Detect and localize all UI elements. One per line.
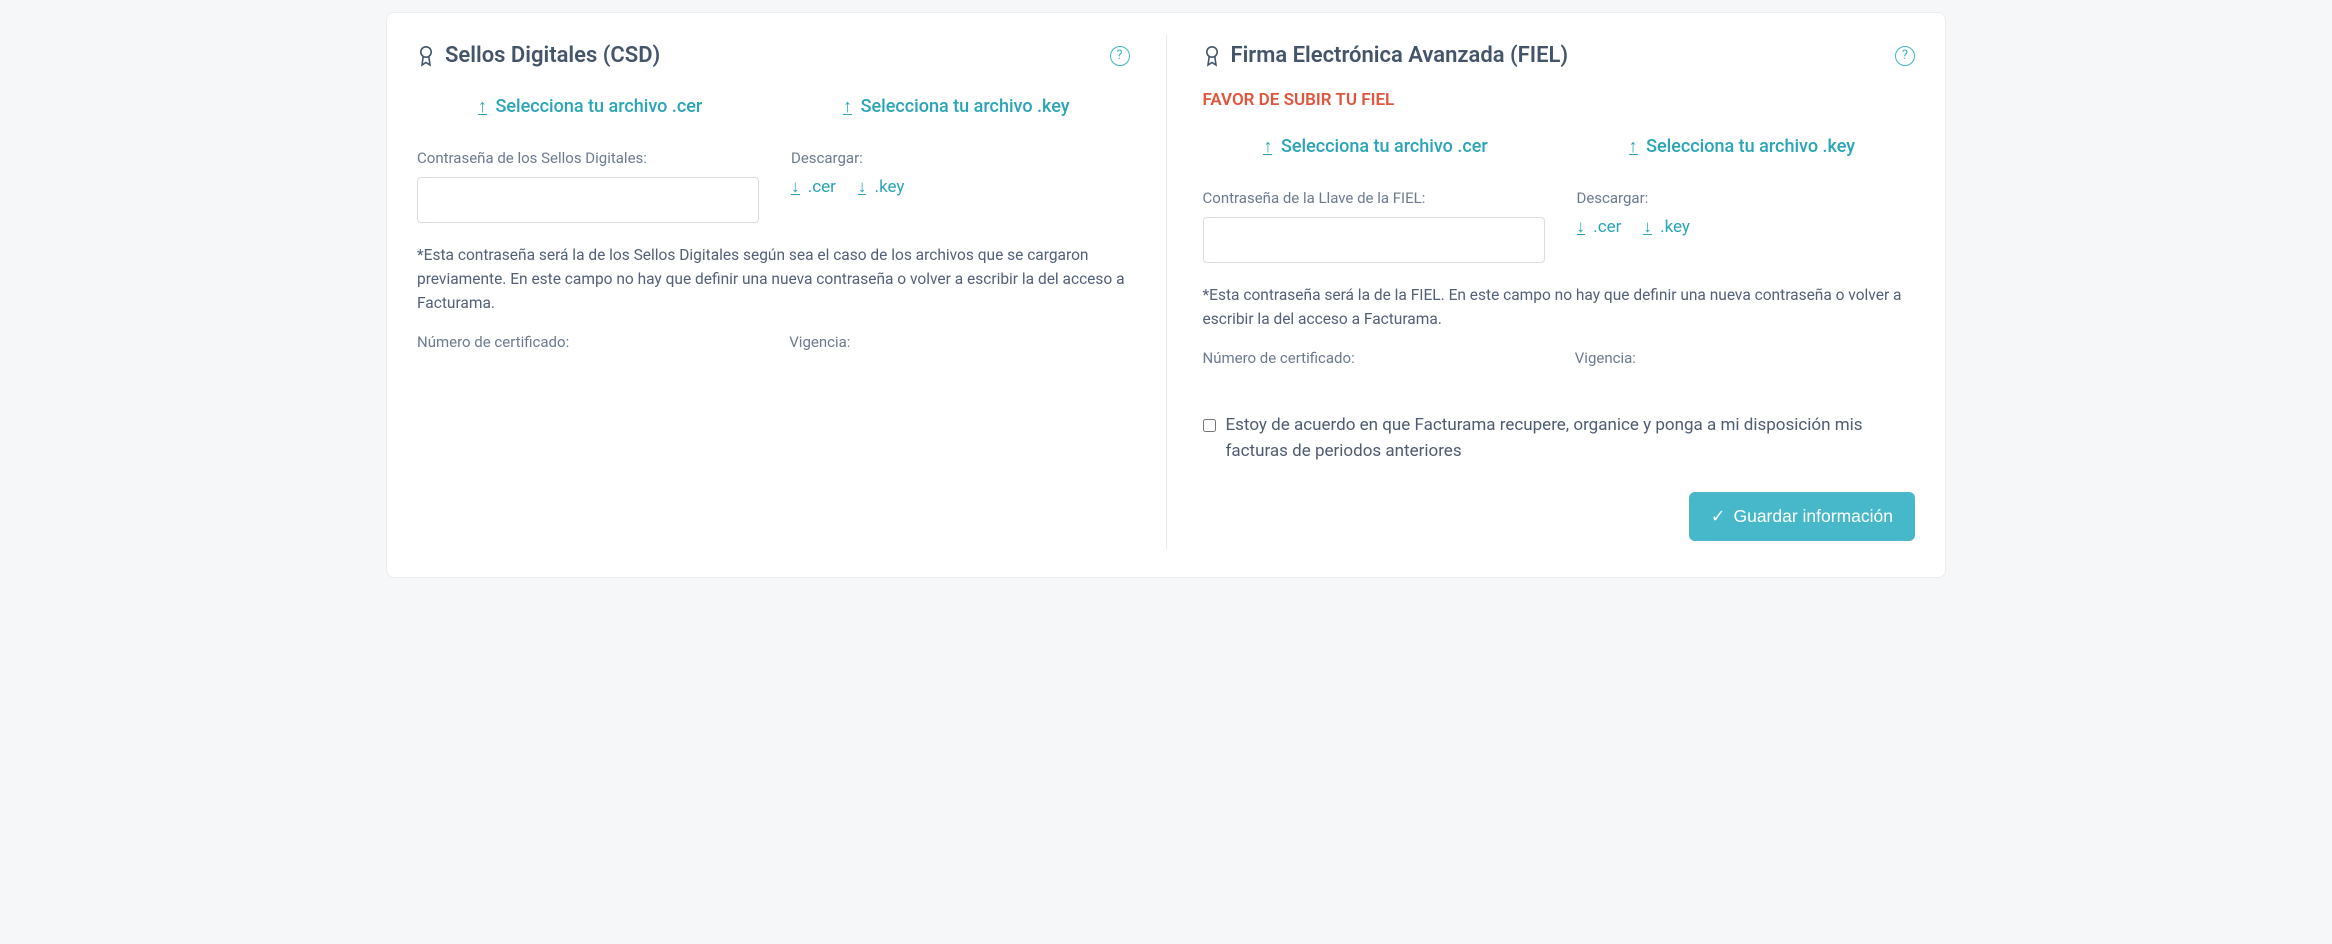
fiel-download-group: Descargar: ↓ .cer ↓ .key xyxy=(1577,189,1916,237)
help-icon[interactable]: ? xyxy=(1110,46,1130,66)
help-icon[interactable]: ? xyxy=(1895,46,1915,66)
fiel-download-cer-link[interactable]: ↓ .cer xyxy=(1577,217,1622,237)
csd-password-group: Contraseña de los Sellos Digitales: xyxy=(417,149,759,223)
csd-panel: Sellos Digitales (CSD) ? ↑ Selecciona tu… xyxy=(417,35,1166,549)
fiel-note: *Esta contraseña será la de la FIEL. En … xyxy=(1203,283,1916,331)
fiel-validity-label: Vigencia: xyxy=(1575,349,1915,367)
certificates-card: Sellos Digitales (CSD) ? ↑ Selecciona tu… xyxy=(386,12,1946,578)
check-icon: ✓ xyxy=(1711,506,1726,527)
fiel-upload-key-button[interactable]: ↑ Selecciona tu archivo .key xyxy=(1569,130,1915,163)
csd-upload-cer-label: Selecciona tu archivo .cer xyxy=(495,96,702,117)
upload-icon: ↑ xyxy=(478,101,487,115)
fiel-download-links: ↓ .cer ↓ .key xyxy=(1577,217,1916,237)
fiel-form-row: Contraseña de la Llave de la FIEL: Desca… xyxy=(1203,189,1916,263)
fiel-download-key-text: .key xyxy=(1660,217,1690,237)
csd-download-links: ↓ .cer ↓ .key xyxy=(791,177,1130,197)
fiel-password-group: Contraseña de la Llave de la FIEL: xyxy=(1203,189,1545,263)
download-icon: ↓ xyxy=(1577,222,1586,235)
csd-form-row: Contraseña de los Sellos Digitales: Desc… xyxy=(417,149,1130,223)
fiel-upload-cer-label: Selecciona tu archivo .cer xyxy=(1281,136,1488,157)
consent-label: Estoy de acuerdo en que Facturama recupe… xyxy=(1226,413,1916,464)
csd-upload-row: ↑ Selecciona tu archivo .cer ↑ Seleccion… xyxy=(417,90,1130,123)
csd-download-group: Descargar: ↓ .cer ↓ .key xyxy=(791,149,1130,197)
csd-validity-label: Vigencia: xyxy=(789,333,1129,351)
download-icon: ↓ xyxy=(858,182,867,195)
actions-row: ✓ Guardar información xyxy=(1203,492,1916,541)
upload-icon: ↑ xyxy=(843,101,852,115)
fiel-title-text: Firma Electrónica Avanzada (FIEL) xyxy=(1231,43,1569,68)
upload-icon: ↑ xyxy=(1629,141,1638,155)
ribbon-icon xyxy=(1203,45,1221,67)
fiel-download-key-link[interactable]: ↓ .key xyxy=(1643,217,1690,237)
fiel-panel: Firma Electrónica Avanzada (FIEL) ? FAVO… xyxy=(1166,35,1916,549)
csd-upload-cer-button[interactable]: ↑ Selecciona tu archivo .cer xyxy=(417,90,763,123)
fiel-header: Firma Electrónica Avanzada (FIEL) ? xyxy=(1203,43,1916,68)
fiel-cert-no-label: Número de certificado: xyxy=(1203,349,1543,367)
fiel-upload-row: ↑ Selecciona tu archivo .cer ↑ Seleccion… xyxy=(1203,130,1916,163)
csd-download-key-link[interactable]: ↓ .key xyxy=(858,177,905,197)
fiel-password-label: Contraseña de la Llave de la FIEL: xyxy=(1203,189,1545,207)
download-icon: ↓ xyxy=(791,182,800,195)
fiel-password-input[interactable] xyxy=(1203,217,1545,263)
ribbon-icon xyxy=(417,45,435,67)
fiel-download-cer-text: .cer xyxy=(1593,217,1621,237)
csd-download-cer-text: .cer xyxy=(808,177,836,197)
fiel-meta-row: Número de certificado: Vigencia: xyxy=(1203,349,1916,367)
save-button-label: Guardar información xyxy=(1733,506,1893,527)
consent-checkbox[interactable] xyxy=(1203,418,1216,433)
fiel-upload-cer-button[interactable]: ↑ Selecciona tu archivo .cer xyxy=(1203,130,1549,163)
csd-header: Sellos Digitales (CSD) ? xyxy=(417,43,1130,68)
fiel-warning: FAVOR DE SUBIR TU FIEL xyxy=(1203,90,1916,110)
fiel-title: Firma Electrónica Avanzada (FIEL) xyxy=(1203,43,1569,68)
consent-row[interactable]: Estoy de acuerdo en que Facturama recupe… xyxy=(1203,413,1916,464)
csd-download-label: Descargar: xyxy=(791,149,1130,167)
csd-note: *Esta contraseña será la de los Sellos D… xyxy=(417,243,1130,315)
save-button[interactable]: ✓ Guardar información xyxy=(1689,492,1915,541)
csd-upload-key-button[interactable]: ↑ Selecciona tu archivo .key xyxy=(783,90,1129,123)
csd-password-input[interactable] xyxy=(417,177,759,223)
csd-meta-row: Número de certificado: Vigencia: xyxy=(417,333,1130,351)
csd-cert-no-label: Número de certificado: xyxy=(417,333,757,351)
csd-download-key-text: .key xyxy=(875,177,905,197)
csd-password-label: Contraseña de los Sellos Digitales: xyxy=(417,149,759,167)
columns: Sellos Digitales (CSD) ? ↑ Selecciona tu… xyxy=(417,35,1915,549)
upload-icon: ↑ xyxy=(1263,141,1272,155)
download-icon: ↓ xyxy=(1643,222,1652,235)
fiel-download-label: Descargar: xyxy=(1577,189,1916,207)
csd-upload-key-label: Selecciona tu archivo .key xyxy=(861,96,1070,117)
csd-title: Sellos Digitales (CSD) xyxy=(417,43,660,68)
csd-title-text: Sellos Digitales (CSD) xyxy=(445,43,660,68)
csd-download-cer-link[interactable]: ↓ .cer xyxy=(791,177,836,197)
fiel-upload-key-label: Selecciona tu archivo .key xyxy=(1646,136,1855,157)
